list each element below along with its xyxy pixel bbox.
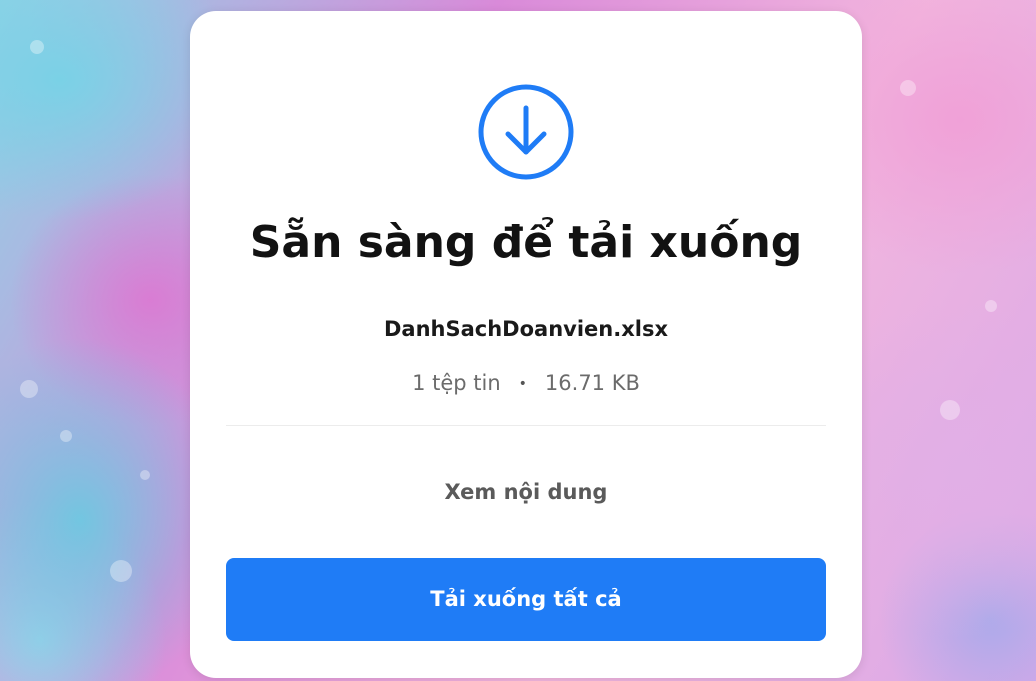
dialog-title: Sẵn sàng để tải xuống <box>249 217 803 268</box>
file-name: DanhSachDoanvien.xlsx <box>383 317 669 341</box>
background-bubble <box>985 300 997 312</box>
background-bubble <box>940 400 960 420</box>
file-size: 16.71 KB <box>544 371 640 395</box>
file-count: 1 tệp tin <box>412 371 501 395</box>
background-bubble <box>900 80 916 96</box>
meta-separator: • <box>518 376 527 392</box>
download-dialog: Sẵn sàng để tải xuống DanhSachDoanvien.x… <box>190 11 862 678</box>
download-all-button[interactable]: Tải xuống tất cả <box>226 558 826 641</box>
divider <box>226 425 826 426</box>
background-bubble <box>60 430 72 442</box>
view-content-link[interactable]: Xem nội dung <box>190 478 862 506</box>
background-bubble <box>140 470 150 480</box>
background-bubble <box>30 40 44 54</box>
file-meta: 1 tệp tin • 16.71 KB <box>190 369 862 398</box>
background-bubble <box>110 560 132 582</box>
download-circle-icon <box>476 82 576 182</box>
background-bubble <box>20 380 38 398</box>
